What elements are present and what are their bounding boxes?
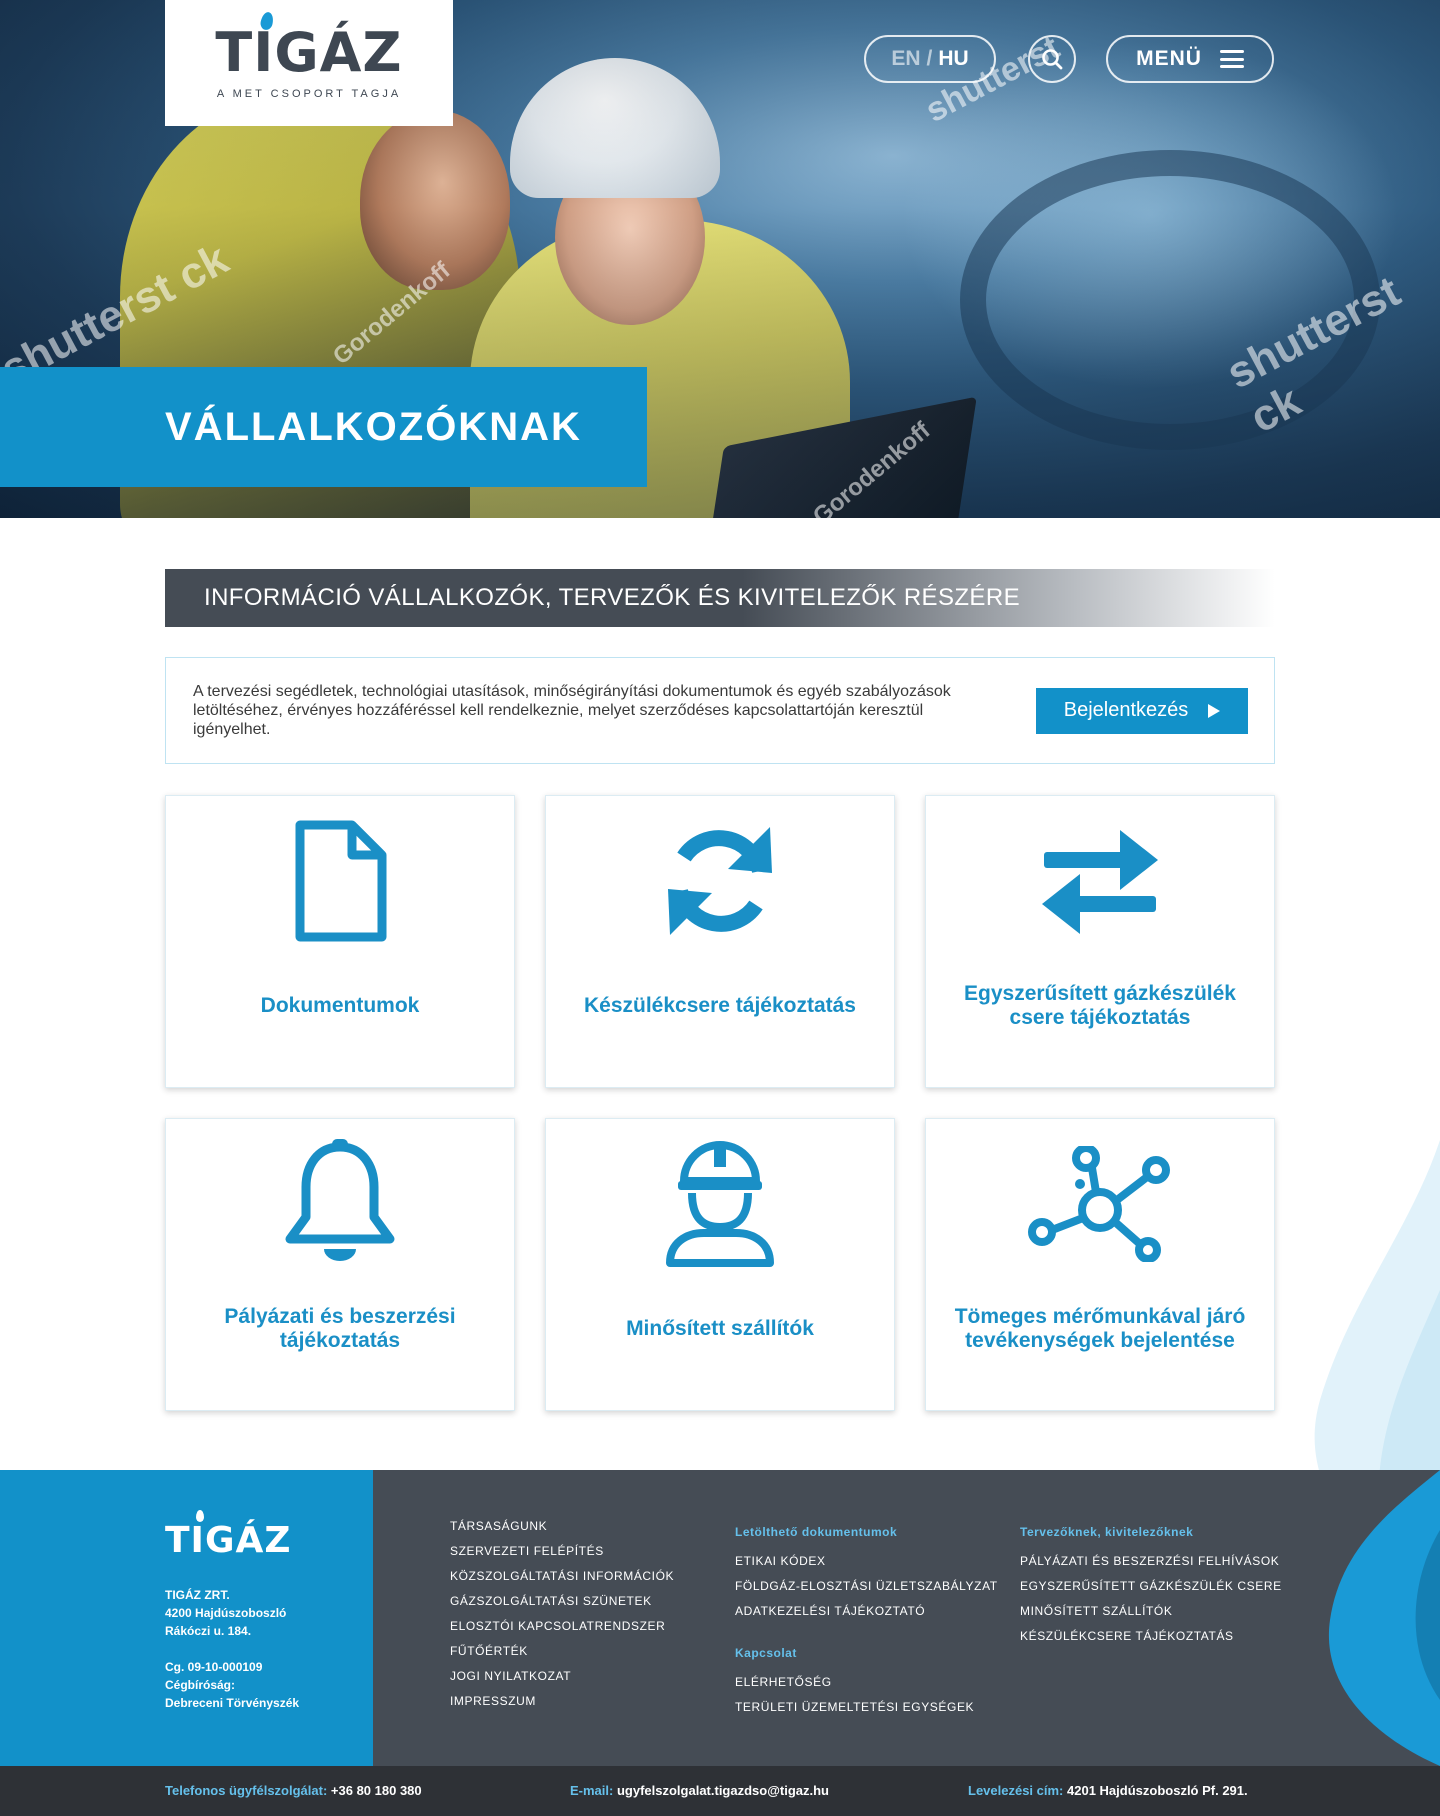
login-info-text: A tervezési segédletek, technológiai uta… xyxy=(193,683,951,738)
footer-link[interactable]: FŰTŐÉRTÉK xyxy=(450,1639,674,1664)
footer-address-line: 4200 Hajdúszoboszló xyxy=(165,1606,287,1620)
section-title: INFORMÁCIÓ VÁLLALKOZÓK, TERVEZŐK ÉS KIVI… xyxy=(165,569,1275,627)
lang-en-link[interactable]: EN xyxy=(891,47,920,71)
contact-post: Levelezési cím: 4201 Hajdúszoboszló Pf. … xyxy=(968,1766,1248,1816)
bell-icon xyxy=(166,1139,514,1269)
footer-link[interactable]: KÖZSZOLGÁLTATÁSI INFORMÁCIÓK xyxy=(450,1564,674,1589)
exchange-arrows-icon xyxy=(926,816,1274,946)
login-button-label: Bejelentkezés xyxy=(1063,699,1189,721)
footer-link[interactable]: TÁRSASÁGUNK xyxy=(450,1514,674,1539)
logo[interactable]: TIGÁZ A MET CSOPORT TAGJA xyxy=(165,0,453,126)
card-simplified-replacement[interactable]: Egyszerűsített gázkészülék csere tájékoz… xyxy=(925,795,1275,1088)
contact-post-label: Levelezési cím: xyxy=(968,1783,1064,1798)
search-button[interactable] xyxy=(1028,35,1076,83)
footer-link[interactable]: FÖLDGÁZ-ELOSZTÁSI ÜZLETSZABÁLYZAT xyxy=(735,1574,998,1599)
logo-wordmark: TIGÁZ xyxy=(215,10,402,80)
footer-link[interactable]: SZERVEZETI FELÉPÍTÉS xyxy=(450,1539,674,1564)
footer-link[interactable]: GÁZSZOLGÁLTATÁSI SZÜNETEK xyxy=(450,1589,674,1614)
flame-decoration-icon xyxy=(1328,1470,1440,1766)
card-label: Pályázati és beszerzési tájékoztatás xyxy=(224,1305,456,1352)
refresh-icon xyxy=(546,816,894,946)
flame-icon xyxy=(196,1510,204,1522)
footer-court-label: Cégbíróság: xyxy=(165,1678,236,1692)
card-bulk-meter-work[interactable]: Tömeges mérőmunkával járó tevékenységek … xyxy=(925,1118,1275,1411)
search-icon xyxy=(1042,49,1063,70)
footer-column-heading: Kapcsolat xyxy=(735,1646,797,1660)
card-label: Egyszerűsített gázkészülék csere tájékoz… xyxy=(964,982,1236,1029)
footer-link[interactable]: ADATKEZELÉSI TÁJÉKOZTATÓ xyxy=(735,1599,998,1624)
page-title: VÁLLALKOZÓKNAK xyxy=(0,367,647,487)
footer: TIGÁZ TIGÁZ ZRT. 4200 Hajdúszoboszló Rák… xyxy=(0,1470,1440,1766)
footer-column-heading: Letölthető dokumentumok xyxy=(735,1525,898,1539)
login-button[interactable]: Bejelentkezés xyxy=(1036,687,1248,734)
contact-phone-label: Telefonos ügyfélszolgálat: xyxy=(165,1783,328,1798)
contact-phone-number[interactable]: +36 80 180 380 xyxy=(331,1783,422,1798)
play-arrow-icon xyxy=(1208,703,1221,718)
document-icon xyxy=(166,816,514,946)
card-certified-suppliers[interactable]: Minősített szállítók xyxy=(545,1118,895,1411)
footer-address: TIGÁZ ZRT. 4200 Hajdúszoboszló Rákóczi u… xyxy=(165,1586,299,1712)
footer-link[interactable]: IMPRESSZUM xyxy=(450,1689,674,1714)
contact-phone: Telefonos ügyfélszolgálat: +36 80 180 38… xyxy=(165,1766,422,1816)
logo-text: TIGÁZ xyxy=(215,21,403,84)
logo-tagline: A MET CSOPORT TAGJA xyxy=(216,88,402,100)
contact-email: E-mail: ugyfelszolgalat.tigazdso@tigaz.h… xyxy=(570,1766,829,1816)
lang-hu-link[interactable]: HU xyxy=(938,47,968,71)
hamburger-icon xyxy=(1219,50,1244,68)
contact-post-address: 4201 Hajdúszoboszló Pf. 291. xyxy=(1067,1783,1248,1798)
card-label: Minősített szállítók xyxy=(626,1317,814,1340)
footer-link[interactable]: ELOSZTÓI KAPCSOLATRENDSZER xyxy=(450,1614,674,1639)
login-info-box: A tervezési segédletek, technológiai uta… xyxy=(165,657,1275,764)
footer-logo[interactable]: TIGÁZ xyxy=(165,1510,292,1561)
footer-documents-column: Letölthető dokumentumok ETIKAI KÓDEX FÖL… xyxy=(735,1525,998,1720)
card-documents[interactable]: Dokumentumok xyxy=(165,795,515,1088)
language-switcher: EN / HU xyxy=(864,35,996,83)
footer-registration: Cg. 09-10-000109 xyxy=(165,1660,263,1674)
footer-address-line: Rákóczi u. 184. xyxy=(165,1624,252,1638)
card-label: Dokumentumok xyxy=(260,994,420,1017)
footer-link[interactable]: JOGI NYILATKOZAT xyxy=(450,1664,674,1689)
footer-nav-column: TÁRSASÁGUNK SZERVEZETI FELÉPÍTÉS KÖZSZOL… xyxy=(450,1514,674,1714)
footer-company-panel: TIGÁZ TIGÁZ ZRT. 4200 Hajdúszoboszló Rák… xyxy=(0,1470,373,1766)
contact-email-label: E-mail: xyxy=(570,1783,614,1798)
footer-link[interactable]: ETIKAI KÓDEX xyxy=(735,1549,998,1574)
card-appliance-replacement[interactable]: Készülékcsere tájékoztatás xyxy=(545,795,895,1088)
menu-button[interactable]: MENÜ xyxy=(1106,35,1274,83)
footer-link[interactable]: ELÉRHETŐSÉG xyxy=(735,1670,998,1695)
card-label: Tömeges mérőmunkával járó tevékenységek … xyxy=(954,1305,1246,1352)
footer-logo-text: TIGÁZ xyxy=(165,1520,292,1561)
card-tenders[interactable]: Pályázati és beszerzési tájékoztatás xyxy=(165,1118,515,1411)
menu-label: MENÜ xyxy=(1136,47,1202,70)
lang-separator: / xyxy=(926,47,933,70)
footer-link[interactable]: TERÜLETI ÜZEMELTETÉSI EGYSÉGEK xyxy=(735,1695,998,1720)
card-label: Készülékcsere tájékoztatás xyxy=(584,994,856,1017)
footer-court: Debreceni Törvényszék xyxy=(165,1696,300,1710)
contact-email-address[interactable]: ugyfelszolgalat.tigazdso@tigaz.hu xyxy=(617,1783,829,1798)
network-nodes-icon xyxy=(926,1139,1274,1269)
worker-helmet-icon xyxy=(546,1139,894,1269)
footer-company-name: TIGÁZ ZRT. xyxy=(165,1588,230,1602)
contact-bar: Telefonos ügyfélszolgálat: +36 80 180 38… xyxy=(0,1766,1440,1816)
